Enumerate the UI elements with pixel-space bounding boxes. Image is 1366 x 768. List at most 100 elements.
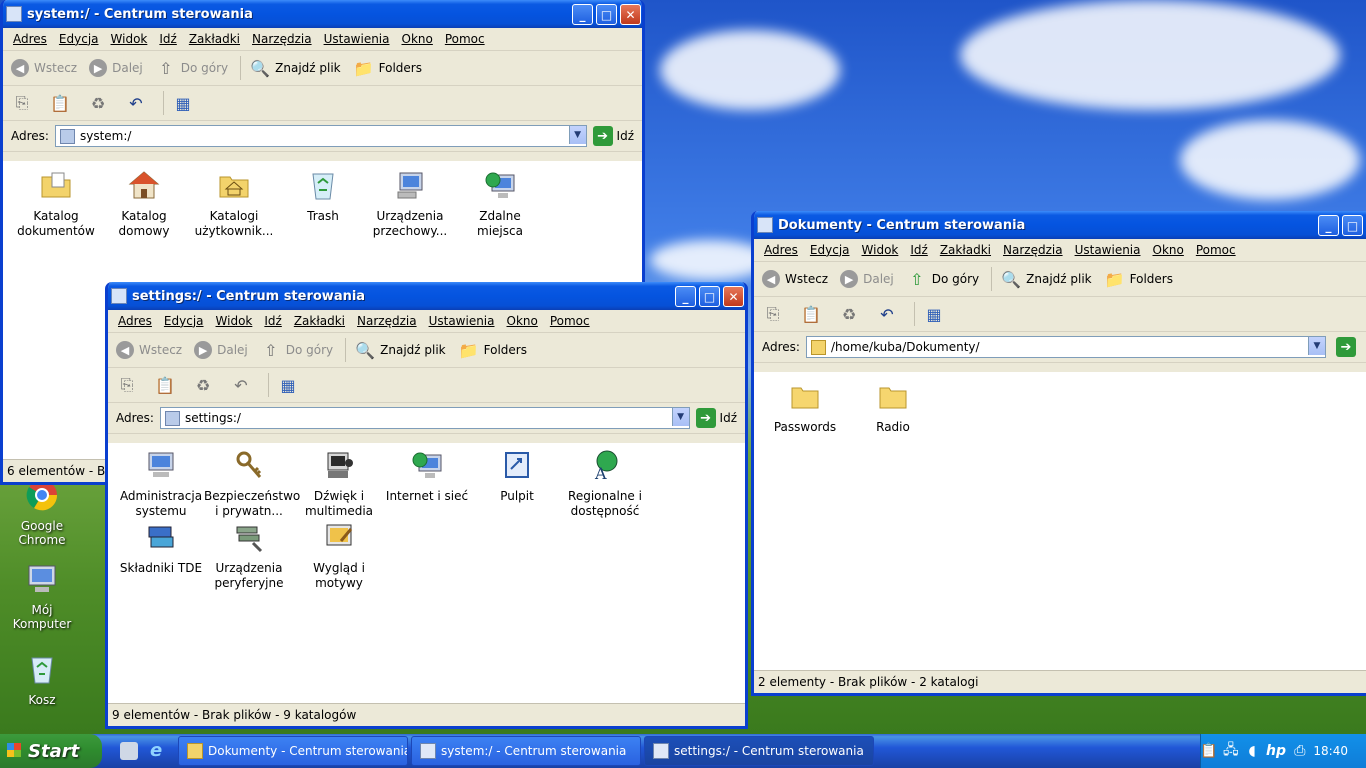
menu-idz[interactable]: Idź xyxy=(904,243,933,257)
clipboard-icon[interactable]: 📋 xyxy=(1200,743,1217,759)
title-bar[interactable]: Dokumenty - Centrum sterowania _ □ xyxy=(754,211,1366,239)
menu-okno[interactable]: Okno xyxy=(396,32,439,46)
go-button[interactable]: ➔ Idź xyxy=(695,408,737,428)
find-file-button[interactable]: 🔍 Znajdź plik xyxy=(354,339,445,361)
file-item[interactable]: Trash xyxy=(278,169,368,224)
find-file-button[interactable]: 🔍 Znajdź plik xyxy=(1000,268,1091,290)
address-input[interactable]: settings:/ ▼ xyxy=(159,407,690,429)
minimize-button[interactable]: _ xyxy=(675,286,696,307)
forward-button[interactable]: ▶ Dalej xyxy=(840,270,894,288)
undo-icon[interactable]: ↶ xyxy=(125,92,147,114)
file-item[interactable]: Pulpit xyxy=(472,449,562,504)
menu-pomoc[interactable]: Pomoc xyxy=(439,32,491,46)
copy-icon[interactable]: ⎘ xyxy=(116,374,138,396)
menu-adres[interactable]: Adres xyxy=(112,314,158,328)
dropdown-arrow-icon[interactable]: ▼ xyxy=(568,126,586,144)
menu-idz[interactable]: Idź xyxy=(153,32,182,46)
dropdown-arrow-icon[interactable]: ▼ xyxy=(671,408,689,426)
up-button[interactable]: ⇧ Do góry xyxy=(260,339,333,361)
back-button[interactable]: ◀ Wstecz xyxy=(116,341,182,359)
dropdown-arrow-icon[interactable]: ▼ xyxy=(1308,337,1325,355)
paste-icon[interactable]: 📋 xyxy=(49,92,71,114)
desktop-icon-chrome[interactable]: Google Chrome xyxy=(2,478,82,547)
menu-zakladki[interactable]: Zakładki xyxy=(288,314,351,328)
start-button[interactable]: Start xyxy=(0,734,102,768)
taskbar-item-system[interactable]: system:/ - Centrum sterowania xyxy=(411,736,641,766)
file-item[interactable]: Składniki TDE xyxy=(116,521,206,576)
find-file-button[interactable]: 🔍 Znajdź plik xyxy=(249,57,340,79)
file-item[interactable]: Katalog dokumentów xyxy=(11,169,101,239)
window-dokumenty[interactable]: Dokumenty - Centrum sterowania _ □ Adres… xyxy=(751,211,1366,696)
file-item[interactable]: Internet i sieć xyxy=(382,449,472,504)
maximize-button[interactable]: □ xyxy=(596,4,617,25)
menu-edycja[interactable]: Edycja xyxy=(53,32,105,46)
back-button[interactable]: ◀ Wstecz xyxy=(11,59,77,77)
hp-logo-icon[interactable]: hp xyxy=(1266,743,1287,759)
close-button[interactable]: ✕ xyxy=(723,286,744,307)
undo-icon[interactable]: ↶ xyxy=(876,303,898,325)
menu-edycja[interactable]: Edycja xyxy=(804,243,856,257)
file-item[interactable]: Administracja systemu xyxy=(116,449,206,519)
window-settings[interactable]: settings:/ - Centrum sterowania _ □ ✕ Ad… xyxy=(105,282,748,729)
maximize-button[interactable]: □ xyxy=(699,286,720,307)
menu-widok[interactable]: Widok xyxy=(105,32,154,46)
menu-okno[interactable]: Okno xyxy=(1147,243,1190,257)
forward-button[interactable]: ▶ Dalej xyxy=(89,59,143,77)
go-button[interactable]: ➔ Idź xyxy=(592,126,634,146)
title-bar[interactable]: system:/ - Centrum sterowania _ □ ✕ xyxy=(3,0,642,28)
menu-zakladki[interactable]: Zakładki xyxy=(934,243,997,257)
file-item[interactable]: Passwords xyxy=(760,380,850,435)
forward-button[interactable]: ▶ Dalej xyxy=(194,341,248,359)
address-input[interactable]: system:/ ▼ xyxy=(54,125,587,147)
undo-icon[interactable]: ↶ xyxy=(230,374,252,396)
menu-pomoc[interactable]: Pomoc xyxy=(1190,243,1242,257)
file-item[interactable]: Dźwięk i multimedia xyxy=(294,449,384,519)
copy-icon[interactable]: ⎘ xyxy=(762,303,784,325)
quick-launch-ie-icon[interactable]: e xyxy=(150,740,162,761)
quick-launch-explorer-icon[interactable] xyxy=(120,742,138,760)
volume-icon[interactable]: ◖ xyxy=(1245,743,1260,759)
file-item[interactable]: Katalogi użytkownik... xyxy=(189,169,279,239)
folders-button[interactable]: 📁 Folders xyxy=(458,339,527,361)
menu-narzedzia[interactable]: Narzędzia xyxy=(246,32,318,46)
title-bar[interactable]: settings:/ - Centrum sterowania _ □ ✕ xyxy=(108,282,745,310)
file-item[interactable]: Wygląd i motywy xyxy=(294,521,384,591)
file-item[interactable]: Urządzenia peryferyjne xyxy=(204,521,294,591)
file-item[interactable]: Radio xyxy=(848,380,938,435)
clock[interactable]: 18:40 xyxy=(1313,744,1348,758)
menu-ustawienia[interactable]: Ustawienia xyxy=(1069,243,1147,257)
trash-icon[interactable]: ♻ xyxy=(192,374,214,396)
up-button[interactable]: ⇧ Do góry xyxy=(155,57,228,79)
menu-edycja[interactable]: Edycja xyxy=(158,314,210,328)
menu-okno[interactable]: Okno xyxy=(501,314,544,328)
desktop-icon-recycle-bin[interactable]: Kosz xyxy=(2,652,82,707)
maximize-button[interactable]: □ xyxy=(1342,215,1363,236)
go-button[interactable]: ➔ xyxy=(1336,337,1360,357)
menu-adres[interactable]: Adres xyxy=(7,32,53,46)
file-view[interactable]: Administracja systemu Bezpieczeństwo i p… xyxy=(108,443,745,704)
minimize-button[interactable]: _ xyxy=(572,4,593,25)
menu-narzedzia[interactable]: Narzędzia xyxy=(351,314,423,328)
minimize-button[interactable]: _ xyxy=(1318,215,1339,236)
file-view[interactable]: Passwords Radio xyxy=(754,372,1366,671)
folders-button[interactable]: 📁 Folders xyxy=(1104,268,1173,290)
paste-icon[interactable]: 📋 xyxy=(800,303,822,325)
menu-idz[interactable]: Idź xyxy=(258,314,287,328)
trash-icon[interactable]: ♻ xyxy=(87,92,109,114)
address-input[interactable]: /home/kuba/Dokumenty/ ▼ xyxy=(805,336,1326,358)
taskbar-item-dokumenty[interactable]: Dokumenty - Centrum sterowania xyxy=(178,736,408,766)
file-item[interactable]: A Regionalne i dostępność xyxy=(560,449,650,519)
view-mode-icon[interactable]: ▦ xyxy=(277,374,299,396)
menu-widok[interactable]: Widok xyxy=(210,314,259,328)
menu-ustawienia[interactable]: Ustawienia xyxy=(423,314,501,328)
menu-pomoc[interactable]: Pomoc xyxy=(544,314,596,328)
copy-icon[interactable]: ⎘ xyxy=(11,92,33,114)
file-item[interactable]: Katalog domowy xyxy=(99,169,189,239)
file-item[interactable]: Urządzenia przechowy... xyxy=(365,169,455,239)
menu-zakladki[interactable]: Zakładki xyxy=(183,32,246,46)
file-item[interactable]: Bezpieczeństwo i prywatn... xyxy=(204,449,300,519)
up-button[interactable]: ⇧ Do góry xyxy=(906,268,979,290)
network-icon[interactable]: 🖧 xyxy=(1223,742,1239,759)
file-item[interactable]: Zdalne miejsca xyxy=(455,169,545,239)
paste-icon[interactable]: 📋 xyxy=(154,374,176,396)
